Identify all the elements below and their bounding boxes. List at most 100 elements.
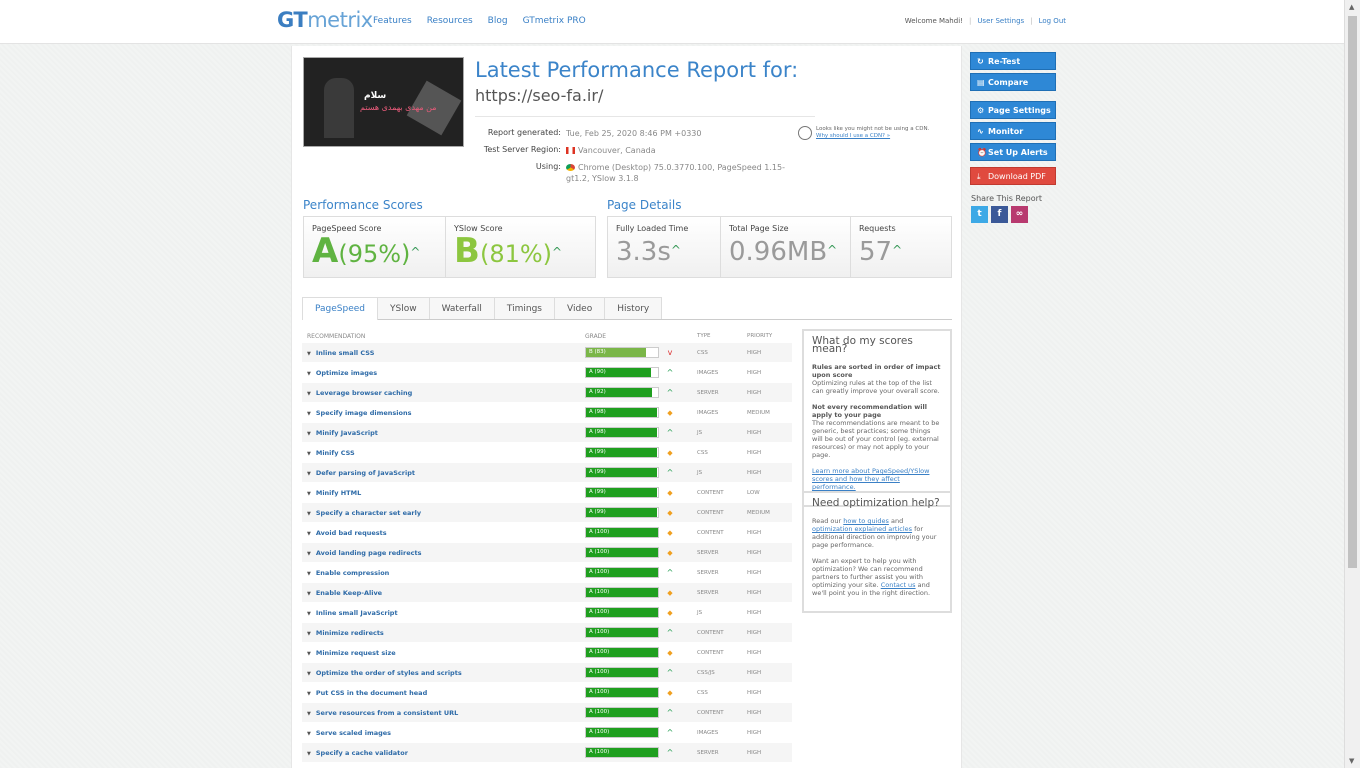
scroll-down-icon[interactable]: ▼ [1349,757,1354,765]
table-row[interactable]: ▼ Optimize images A (90) ^ IMAGES HIGH [302,363,792,383]
expand-triangle-icon[interactable]: ▼ [307,471,311,477]
expand-triangle-icon[interactable]: ▼ [307,611,311,617]
recommendation-name[interactable]: ▼ Optimize images [302,369,585,377]
tab-yslow[interactable]: YSlow [377,297,430,319]
expand-triangle-icon[interactable]: ▼ [307,731,311,737]
recommendation-name[interactable]: ▼ Minify CSS [302,449,585,457]
expand-triangle-icon[interactable]: ▼ [307,511,311,517]
type-cell: IMAGES [697,409,719,416]
how-to-guides-link[interactable]: how to guides [843,517,889,525]
recommendation-name[interactable]: ▼ Optimize the order of styles and script… [302,669,585,677]
nav-blog-link[interactable]: Blog [488,16,508,26]
tab-waterfall[interactable]: Waterfall [428,297,495,319]
page-settings-button[interactable]: ⚙ Page Settings [970,101,1056,119]
table-row[interactable]: ▼ Avoid landing page redirects A (100) ◆ SER… [302,543,792,563]
expand-triangle-icon[interactable]: ▼ [307,591,311,597]
table-row[interactable]: ▼ Serve scaled images A (100) ^ IMAGES HIGH [302,723,792,743]
region-label: Test Server Region: [483,145,561,154]
grade-cell: A (100) ◆ [585,687,697,698]
table-row[interactable]: ▼ Inline small CSS B (83) v CSS HIGH [302,343,792,363]
table-row[interactable]: ▼ Minify HTML A (99) ◆ CONTENT LOW [302,483,792,503]
user-settings-link[interactable]: User Settings [977,17,1024,25]
recommendation-name[interactable]: ▼ Minify HTML [302,489,585,497]
logout-link[interactable]: Log Out [1039,17,1066,25]
recommendation-name[interactable]: ▼ Serve scaled images [302,729,585,737]
twitter-icon[interactable]: t [971,206,988,223]
recommendation-name[interactable]: ▼ Put CSS in the document head [302,689,585,697]
table-row[interactable]: ▼ Specify a cache validator A (100) ^ SERVER… [302,743,792,763]
nav-features-link[interactable]: Features [373,16,412,26]
monitor-button[interactable]: ∿ Monitor [970,122,1056,140]
table-row[interactable]: ▼ Inline small JavaScript A (100) ◆ JS HIGH [302,603,792,623]
table-row[interactable]: ▼ Specify image dimensions A (98) ◆ IMAGES ME… [302,403,792,423]
table-row[interactable]: ▼ Optimize the order of styles and script… [302,663,792,683]
tab-pagespeed[interactable]: PageSpeed [302,297,379,320]
expand-triangle-icon[interactable]: ▼ [307,631,311,637]
scrollbar-thumb[interactable] [1348,16,1357,568]
recommendation-name[interactable]: ▼ Inline small CSS [302,349,585,357]
table-row[interactable]: ▼ Defer parsing of JavaScript A (99) ^ JS HIG… [302,463,792,483]
cdn-link[interactable]: Why should I use a CDN? » [816,133,890,139]
nav-pro-link[interactable]: GTmetrix PRO [523,16,586,26]
scroll-up-icon[interactable]: ▲ [1349,3,1354,11]
recommendation-name[interactable]: ▼ Enable Keep-Alive [302,589,585,597]
download-pdf-button[interactable]: ⤓ Download PDF [970,167,1056,185]
expand-triangle-icon[interactable]: ▼ [307,491,311,497]
recommendation-name[interactable]: ▼ Specify a character set early [302,509,585,517]
table-row[interactable]: ▼ Put CSS in the document head A (100) ◆ CSS… [302,683,792,703]
expand-triangle-icon[interactable]: ▼ [307,351,311,357]
table-row[interactable]: ▼ Serve resources from a consistent URL A … [302,703,792,723]
table-row[interactable]: ▼ Leverage browser caching A (92) ^ SERVER HI… [302,383,792,403]
table-row[interactable]: ▼ Minify CSS A (99) ◆ CSS HIGH [302,443,792,463]
expand-triangle-icon[interactable]: ▼ [307,411,311,417]
recommendation-name[interactable]: ▼ Defer parsing of JavaScript [302,469,585,477]
recommendation-name[interactable]: ▼ Leverage browser caching [302,389,585,397]
page-scrollbar[interactable]: ▲ ▼ [1344,0,1360,768]
tab-timings[interactable]: Timings [493,297,555,319]
recommendation-name[interactable]: ▼ Minimize redirects [302,629,585,637]
expand-triangle-icon[interactable]: ▼ [307,571,311,577]
contact-us-link[interactable]: Contact us [881,581,916,589]
expand-triangle-icon[interactable]: ▼ [307,431,311,437]
table-row[interactable]: ▼ Minimize request size A (100) ◆ CONTENT HIG… [302,643,792,663]
expand-triangle-icon[interactable]: ▼ [307,751,311,757]
expand-triangle-icon[interactable]: ▼ [307,691,311,697]
trend-up-icon: ^ [666,668,674,677]
table-row[interactable]: ▼ Minimize redirects A (100) ^ CONTENT HIGH [302,623,792,643]
recommendation-name[interactable]: ▼ Specify image dimensions [302,409,585,417]
retest-button[interactable]: ↻ Re-Test [970,52,1056,70]
recommendation-name[interactable]: ▼ Minify JavaScript [302,429,585,437]
scores-help-bold-1: Rules are sorted in order of impact upon… [812,363,941,379]
learn-more-link[interactable]: Learn more about PageSpeed/YSlow scores … [812,467,929,491]
expand-triangle-icon[interactable]: ▼ [307,551,311,557]
expand-triangle-icon[interactable]: ▼ [307,651,311,657]
gtmetrix-logo[interactable]: GTmetrix [277,8,373,32]
set-up-alerts-button[interactable]: ⏰Set Up Alerts [970,143,1056,161]
table-row[interactable]: ▼ Minify JavaScript A (98) ^ JS HIGH [302,423,792,443]
recommendation-name[interactable]: ▼ Avoid bad requests [302,529,585,537]
tab-history[interactable]: History [604,297,663,319]
expand-triangle-icon[interactable]: ▼ [307,371,311,377]
recommendation-name[interactable]: ▼ Serve resources from a consistent URL [302,709,585,717]
recommendation-name[interactable]: ▼ Inline small JavaScript [302,609,585,617]
expand-triangle-icon[interactable]: ▼ [307,671,311,677]
expand-triangle-icon[interactable]: ▼ [307,531,311,537]
optimization-articles-link[interactable]: optimization explained articles [812,525,912,533]
recommendation-name[interactable]: ▼ Specify a cache validator [302,749,585,757]
expand-triangle-icon[interactable]: ▼ [307,711,311,717]
link-icon[interactable]: ∞ [1011,206,1028,223]
table-row[interactable]: ▼ Enable Keep-Alive A (100) ◆ SERVER HIGH [302,583,792,603]
facebook-icon[interactable]: f [991,206,1008,223]
tab-video[interactable]: Video [554,297,606,319]
table-row[interactable]: ▼ Specify a character set early A (99) ◆ CON… [302,503,792,523]
nav-resources-link[interactable]: Resources [427,16,473,26]
recommendation-name[interactable]: ▼ Minimize request size [302,649,585,657]
recommendation-name[interactable]: ▼ Avoid landing page redirects [302,549,585,557]
expand-triangle-icon[interactable]: ▼ [307,451,311,457]
compare-button[interactable]: ▤ Compare [970,73,1056,91]
grade-bar-fill: A (100) [586,688,658,697]
table-row[interactable]: ▼ Enable compression A (100) ^ SERVER HIGH [302,563,792,583]
table-row[interactable]: ▼ Avoid bad requests A (100) ◆ CONTENT HIGH [302,523,792,543]
expand-triangle-icon[interactable]: ▼ [307,391,311,397]
recommendation-name[interactable]: ▼ Enable compression [302,569,585,577]
